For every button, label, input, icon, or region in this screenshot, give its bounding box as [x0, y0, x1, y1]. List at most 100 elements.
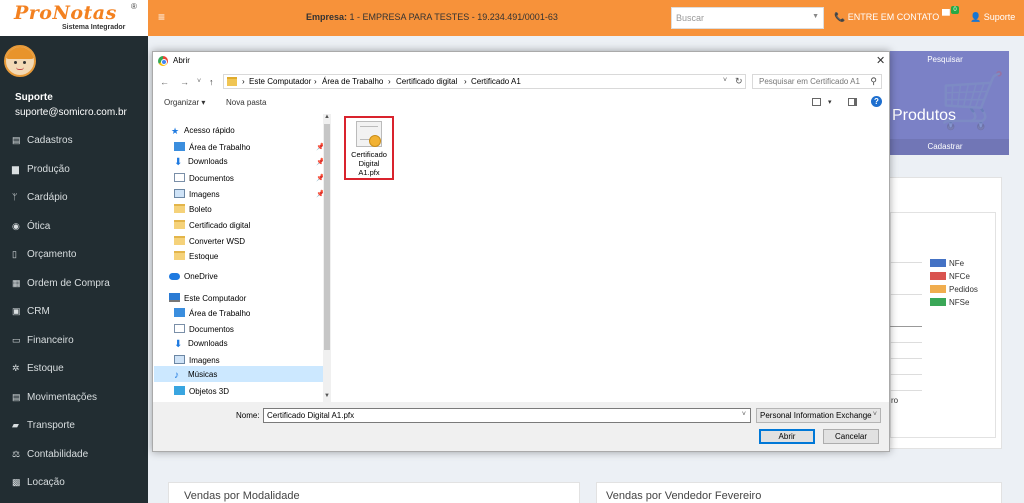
sidebar-item-otica[interactable]: ◉ Ótica	[0, 212, 148, 241]
chrome-icon	[158, 56, 168, 66]
nav-item-area-de-trabalho[interactable]: Área de Trabalho	[174, 142, 250, 152]
nav-item-imagens[interactable]: Imagens	[174, 189, 220, 199]
dialog-footer: Nome: Certificado Digital A1.pfx ˅ Perso…	[153, 402, 889, 451]
path-segment-certificado-digital[interactable]: Certificado digital	[396, 77, 457, 86]
sidebar-item-transporte[interactable]: ▰ Transporte	[0, 411, 148, 440]
sidebar-item-producao[interactable]: ▆ Produção	[0, 155, 148, 184]
nav-item-onedrive[interactable]: OneDrive	[169, 272, 218, 281]
nav-item-label: Acesso rápido	[184, 126, 235, 135]
nav-item-musicas[interactable]: ♪ Músicas	[174, 370, 217, 381]
sidebar-item-crm[interactable]: ▣ CRM	[0, 297, 148, 326]
logo[interactable]: ProNotas ® Sistema Integrador	[0, 0, 148, 36]
refresh-icon[interactable]: ↻	[735, 76, 743, 87]
sidebar-item-label: Cardápio	[27, 192, 68, 203]
forward-button[interactable]: →	[180, 77, 189, 87]
sidebar-item-label: Ótica	[27, 220, 51, 232]
dialog-title: Abrir	[173, 56, 190, 65]
nav-item-documentos-pc[interactable]: Documentos	[174, 324, 234, 334]
sidebar-item-estoque[interactable]: ✲ Estoque	[0, 354, 148, 383]
sidebar-item-label: Financeiro	[27, 334, 74, 346]
nav-item-documentos[interactable]: Documentos	[174, 173, 234, 183]
produtos-register-link[interactable]: Cadastrar	[881, 139, 1009, 155]
producao-icon: ▆	[12, 163, 19, 174]
user-menu[interactable]: 👤 Suporte	[970, 12, 1015, 23]
cancel-button[interactable]: Cancelar	[823, 429, 879, 444]
new-folder-button[interactable]: Nova pasta	[226, 98, 266, 107]
chevron-up-icon[interactable]: ▲	[324, 114, 330, 120]
folder-search-input[interactable]: Pesquisar em Certificado A1 ⚲	[752, 74, 882, 89]
sidebar-item-label: CRM	[27, 306, 50, 317]
scrollbar-thumb[interactable]	[324, 124, 330, 350]
preview-pane-icon[interactable]	[848, 98, 857, 106]
sidebar-item-contabilidade[interactable]: ⚖ Contabilidade	[0, 440, 148, 469]
organize-button[interactable]: Organizar ▾	[164, 98, 205, 107]
up-button[interactable]: ↑	[209, 77, 214, 87]
sidebar-item-locacao[interactable]: ▩ Locação	[0, 468, 148, 497]
locacao-icon: ▩	[12, 477, 21, 487]
financeiro-icon: ▭	[12, 334, 21, 345]
otica-icon: ◉	[12, 220, 20, 231]
nav-item-downloads-pc[interactable]: ⬇ Downloads	[174, 339, 228, 350]
nav-item-downloads[interactable]: ⬇ Downloads	[174, 157, 228, 168]
path-segment-area-de-trabalho[interactable]: Área de Trabalho	[322, 77, 383, 86]
folder-icon	[174, 236, 185, 245]
chart-gridline	[890, 374, 922, 375]
file-name-input[interactable]: Certificado Digital A1.pfx ˅	[263, 408, 751, 423]
sidebar-item-label: Movimentações	[27, 391, 98, 403]
help-icon[interactable]: ?	[871, 96, 882, 107]
nav-item-objetos-3d[interactable]: Objetos 3D	[174, 386, 229, 396]
sidebar-item-orcamento[interactable]: ▯ Orçamento	[0, 240, 148, 269]
chevron-down-icon[interactable]: ▼	[324, 393, 330, 399]
orcamento-icon: ▯	[12, 249, 17, 259]
nav-item-estoque[interactable]: Estoque	[174, 251, 218, 261]
file-item-certificado-digital-a1[interactable]: Certificado Digital A1.pfx	[344, 116, 394, 180]
nav-item-label: Certificado digital	[189, 221, 251, 230]
chevron-down-icon[interactable]: ▾	[828, 98, 832, 106]
nav-item-area-de-trabalho-pc[interactable]: Área de Trabalho	[174, 308, 250, 318]
nav-item-label: Documentos	[189, 325, 234, 334]
path-segment-certificado-a1[interactable]: Certificado A1	[471, 77, 521, 86]
legend-item-nfe: NFe	[930, 259, 978, 272]
empresa-value: 1 - EMPRESA PARA TESTES - 19.234.491/000…	[349, 12, 558, 22]
nav-item-boleto[interactable]: Boleto	[174, 204, 212, 214]
chart-gridline	[890, 358, 922, 359]
nav-item-converter-wsd[interactable]: Converter WSD	[174, 236, 245, 246]
nav-item-este-computador[interactable]: Este Computador	[169, 293, 246, 303]
nav-item-acesso-rapido[interactable]: ★ Acesso rápido	[171, 126, 235, 137]
chart-gridline	[890, 262, 922, 263]
notification-badge: 0	[951, 6, 959, 14]
hamburger-icon[interactable]: ≡	[158, 10, 165, 24]
search-input[interactable]: Buscar ▼	[671, 7, 824, 29]
document-icon	[174, 324, 185, 333]
search-placeholder: Buscar	[676, 13, 705, 23]
logo-registered-mark: ®	[131, 2, 137, 11]
chevron-down-icon[interactable]: ˅	[723, 77, 727, 84]
sidebar-item-movimentacoes[interactable]: ▤ Movimentações	[0, 383, 148, 412]
view-options-icon[interactable]	[812, 98, 821, 106]
nav-item-imagens-pc[interactable]: Imagens	[174, 355, 220, 365]
file-type-select[interactable]: Personal Information Exchange ˅	[756, 408, 881, 423]
chart-axis-text-fragment: ro	[891, 396, 899, 405]
open-button[interactable]: Abrir	[759, 429, 815, 444]
sidebar-item-cardapio[interactable]: ᛘ Cardápio	[0, 183, 148, 212]
chevron-down-icon[interactable]: ˅	[742, 411, 746, 418]
produtos-search-link[interactable]: Pesquisar	[881, 51, 1009, 68]
sidebar-item-financeiro[interactable]: ▭ Financeiro	[0, 326, 148, 355]
produtos-card[interactable]: Pesquisar 🛒 Produtos Cadastrar	[881, 51, 1009, 155]
path-segment-este-computador[interactable]: Este Computador	[249, 77, 311, 86]
path-separator: ›	[242, 77, 245, 86]
recent-locations-button[interactable]: ˅	[197, 78, 201, 85]
sidebar-item-cadastros[interactable]: ▤ Cadastros	[0, 126, 148, 155]
empresa-info: Empresa: 1 - EMPRESA PARA TESTES - 19.23…	[306, 12, 558, 22]
back-button[interactable]: ←	[160, 77, 169, 87]
notification-icon[interactable]: ▀	[942, 10, 950, 22]
navigation-scrollbar[interactable]: ▲ ▼	[323, 114, 331, 402]
contact-link[interactable]: 📞 ENTRE EM CONTATO	[834, 12, 939, 23]
pin-icon: 📌	[316, 191, 323, 198]
close-button[interactable]: ✕	[876, 54, 885, 67]
sidebar-item-ordem-de-compra[interactable]: ▦ Ordem de Compra	[0, 269, 148, 298]
nav-item-label: Este Computador	[184, 294, 247, 303]
desktop-icon	[174, 142, 185, 151]
address-bar[interactable]: › Este Computador › Área de Trabalho › C…	[223, 74, 746, 89]
nav-item-certificado-digital[interactable]: Certificado digital	[174, 220, 250, 230]
